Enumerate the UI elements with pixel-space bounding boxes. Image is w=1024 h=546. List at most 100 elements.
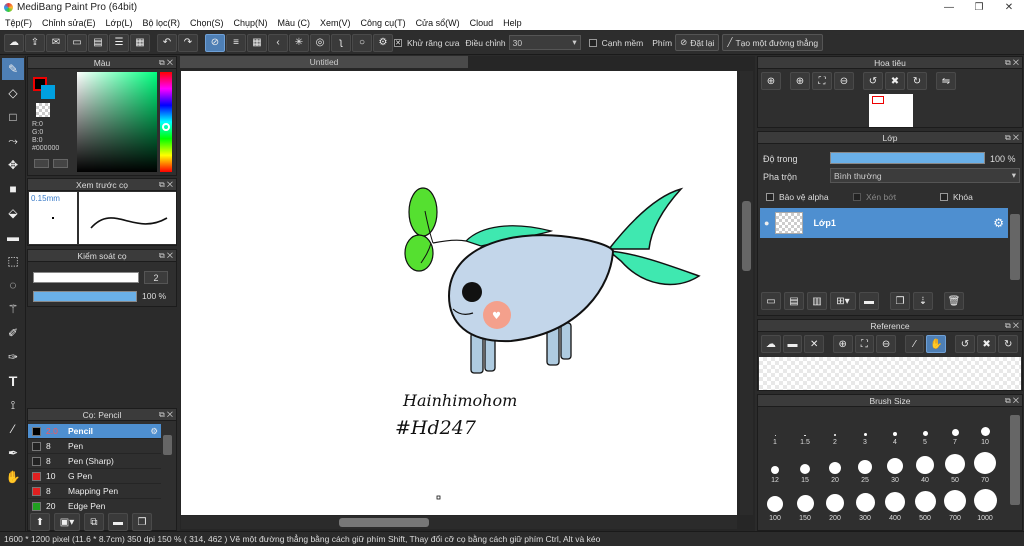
select-pen-tool-icon[interactable]: ✐: [2, 322, 24, 344]
list-icon[interactable]: ☰: [109, 33, 129, 52]
vertical-scroll-thumb[interactable]: [742, 201, 751, 271]
cloud-icon[interactable]: ☁: [4, 33, 24, 52]
fit-icon[interactable]: ⛶: [854, 335, 875, 353]
brush-size-option[interactable]: 12: [760, 448, 790, 486]
menu-edit[interactable]: Chỉnh sửa(E): [37, 18, 101, 28]
cross-snap-icon[interactable]: ▦: [247, 33, 267, 52]
drawing-canvas[interactable]: ♥ Hainhimohom #Hd247: [181, 71, 737, 515]
gradient-tool-icon[interactable]: ▬: [2, 226, 24, 248]
brush-item-pencil[interactable]: 2.0 Pencil ⚙: [28, 424, 161, 439]
zoom-out-icon[interactable]: ⊖: [834, 72, 854, 90]
ellipse-snap-icon[interactable]: ○: [352, 33, 372, 52]
zoom-in-icon[interactable]: ⊕: [761, 72, 781, 90]
new-page-icon[interactable]: ▭: [67, 33, 87, 52]
snap-settings-icon[interactable]: ⚙: [373, 33, 393, 52]
select-eraser-tool-icon[interactable]: ✑: [2, 346, 24, 368]
layer-scrollbar[interactable]: [1010, 214, 1020, 280]
rotate-left-icon[interactable]: ↺: [863, 72, 883, 90]
share-icon[interactable]: ⇪: [25, 33, 45, 52]
magic-wand-tool-icon[interactable]: ⚚: [2, 298, 24, 320]
panel-controls-icon[interactable]: ⧉ ✕: [159, 409, 173, 421]
layer-folder-icon[interactable]: ▬: [859, 292, 879, 310]
bucket-tool-icon[interactable]: ⬙: [2, 202, 24, 224]
lasso-tool-icon[interactable]: ◌: [2, 274, 24, 296]
brush-size-input[interactable]: 2: [144, 271, 168, 284]
zoom-in-icon[interactable]: ⊕: [790, 72, 810, 90]
transparent-swatch[interactable]: [36, 103, 50, 117]
straight-line-button[interactable]: ╱ Tạo một đường thẳng: [722, 34, 824, 51]
brush-size-slider[interactable]: [33, 272, 139, 283]
brush-opacity-slider[interactable]: [33, 291, 137, 302]
gear-icon[interactable]: ⚙: [150, 426, 158, 437]
visibility-eye-icon[interactable]: ●: [764, 218, 769, 228]
move-tool-icon[interactable]: ✥: [2, 154, 24, 176]
brush-item-pen[interactable]: 8 Pen: [28, 439, 161, 454]
folder-icon[interactable]: ▬: [108, 513, 128, 531]
close-icon[interactable]: ✕: [994, 0, 1024, 15]
delete-layer-icon[interactable]: 🗑: [944, 292, 964, 310]
reference-view[interactable]: [759, 357, 1021, 390]
brush-size-option[interactable]: 5: [910, 410, 940, 448]
brush-item-pen-sharp[interactable]: 8 Pen (Sharp): [28, 454, 161, 469]
minimize-icon[interactable]: —: [934, 0, 964, 15]
brush-size-option[interactable]: 10: [970, 410, 1000, 448]
panel-controls-icon[interactable]: ⧉ ✕: [1005, 132, 1019, 144]
layer-opacity-slider[interactable]: [830, 152, 985, 164]
brush-item-g-pen[interactable]: 10 G Pen: [28, 469, 161, 484]
canvas-vertical-scrollbar[interactable]: [740, 71, 753, 515]
text-tool-icon[interactable]: T: [2, 370, 24, 392]
brush-menu-icon[interactable]: ▣▾: [54, 513, 80, 531]
panel-controls-icon[interactable]: ⧉ ✕: [1005, 395, 1019, 407]
copy-brush-icon[interactable]: ⧉: [84, 513, 104, 531]
eraser-tool-icon[interactable]: ◇: [2, 82, 24, 104]
blend-mode-select[interactable]: Bình thường ▾: [830, 168, 1020, 183]
restore-icon[interactable]: ❐: [964, 0, 994, 15]
divide-tool-icon[interactable]: ⟟: [2, 394, 24, 416]
panel-controls-icon[interactable]: ⧉ ✕: [1005, 57, 1019, 69]
fit-icon[interactable]: ⛶: [812, 72, 832, 90]
menu-cloud[interactable]: Cloud: [465, 18, 499, 28]
rotate-right-icon[interactable]: ↻: [998, 335, 1019, 353]
new-halftone-layer-icon[interactable]: ▤: [784, 292, 804, 310]
adjust-select[interactable]: 30 ▾: [508, 35, 581, 50]
reset-button[interactable]: ⊘ Đặt lại: [675, 34, 720, 51]
brush-size-option[interactable]: 500: [910, 486, 940, 524]
new-layer-icon[interactable]: ▭: [761, 292, 781, 310]
brush-size-option[interactable]: 700: [940, 486, 970, 524]
layer-add-menu-icon[interactable]: ⊞▾: [830, 292, 856, 310]
menu-help[interactable]: Help: [498, 18, 527, 28]
brush-size-scrollbar[interactable]: [1010, 415, 1020, 505]
brush-size-option[interactable]: 30: [880, 448, 910, 486]
eyedropper-icon[interactable]: ⁄: [904, 335, 925, 353]
grid-icon[interactable]: ▦: [130, 33, 150, 52]
hand-icon[interactable]: ✋: [926, 335, 947, 353]
document-tab[interactable]: Untitled: [180, 56, 468, 68]
undo-icon[interactable]: ↶: [157, 33, 177, 52]
brush-size-option[interactable]: 300: [850, 486, 880, 524]
brush-size-option[interactable]: 1: [760, 410, 790, 448]
brush-size-option[interactable]: 3: [850, 410, 880, 448]
brush-size-option[interactable]: 150: [790, 486, 820, 524]
zoom-out-icon[interactable]: ⊖: [876, 335, 896, 353]
brush-size-option[interactable]: 200: [820, 486, 850, 524]
dot-tool-icon[interactable]: □: [2, 106, 24, 128]
open-folder-icon[interactable]: ▬: [782, 335, 803, 353]
menu-select[interactable]: Chọn(S): [185, 18, 229, 28]
background-color-swatch[interactable]: [41, 85, 55, 99]
brush-list-scrollbar[interactable]: [163, 435, 172, 455]
brush-size-option[interactable]: 1000: [970, 486, 1000, 524]
brush-size-option[interactable]: 1.5: [790, 410, 820, 448]
hue-slider[interactable]: [160, 72, 172, 172]
protect-alpha-checkbox[interactable]: [766, 193, 774, 201]
add-brush-icon[interactable]: ⬆: [30, 513, 50, 531]
duplicate-icon[interactable]: ❐: [132, 513, 152, 531]
reset-rotate-icon[interactable]: ✖: [976, 335, 997, 353]
brush-tool-icon[interactable]: ✎: [2, 58, 24, 80]
brush-size-option[interactable]: 2: [820, 410, 850, 448]
fill-rect-tool-icon[interactable]: ■: [2, 178, 24, 200]
rotate-left-icon[interactable]: ↺: [955, 335, 975, 353]
color-remove-button[interactable]: [53, 159, 68, 168]
color-add-button[interactable]: [34, 159, 49, 168]
panel-controls-icon[interactable]: ⧉ ✕: [1005, 320, 1019, 332]
brush-size-option[interactable]: 15: [790, 448, 820, 486]
